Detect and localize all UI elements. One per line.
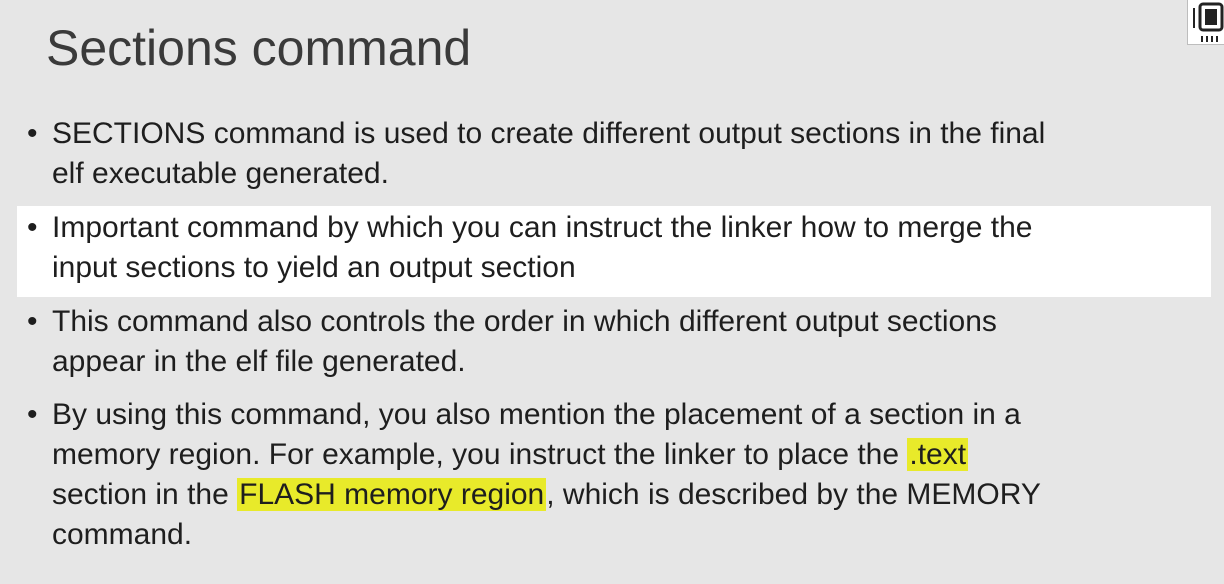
chip-icon (1187, 0, 1224, 45)
bullet-text-line: This command also controls the order in … (52, 305, 997, 338)
bullet-item: • Important command by which you can ins… (0, 208, 1224, 292)
bullet-text-line: memory region. For example, you instruct… (52, 435, 1202, 475)
slide: Sections command • SECTIONS command is u… (0, 0, 1224, 584)
bullet-text-line: SECTIONS command is used to create diffe… (52, 117, 1046, 150)
bullet-text-line: appear in the elf file generated. (52, 345, 466, 378)
bullet-dot: • (27, 211, 38, 244)
bullet-text-segment: section in the (52, 478, 238, 511)
bullet-text-segment: memory region. For example, you instruct… (52, 438, 908, 471)
bullet-dot: • (27, 305, 38, 338)
bullet-item: • By using this command, you also mentio… (0, 395, 1224, 565)
bullet-text-line: section in the FLASH memory region, whic… (52, 475, 1202, 515)
bullet-text-line: Important command by which you can instr… (52, 211, 1033, 244)
bullet-text-line: command. (52, 518, 193, 551)
bullet-item: • SECTIONS command is used to create dif… (0, 114, 1224, 198)
bullet-text-segment: , which is described by the MEMORY (546, 478, 1041, 511)
bullet-list: • SECTIONS command is used to create dif… (0, 0, 1224, 584)
highlighted-text-text-section: .text (907, 438, 969, 471)
bullet-dot: • (27, 117, 38, 150)
bullet-text-line: elf executable generated. (52, 157, 389, 190)
bullet-item: • This command also controls the order i… (0, 302, 1224, 386)
bullet-text-line: input sections to yield an output sectio… (52, 251, 576, 284)
highlighted-text-flash-region: FLASH memory region (237, 478, 547, 511)
bullet-text-line: By using this command, you also mention … (52, 398, 1021, 431)
bullet-dot: • (27, 398, 38, 431)
